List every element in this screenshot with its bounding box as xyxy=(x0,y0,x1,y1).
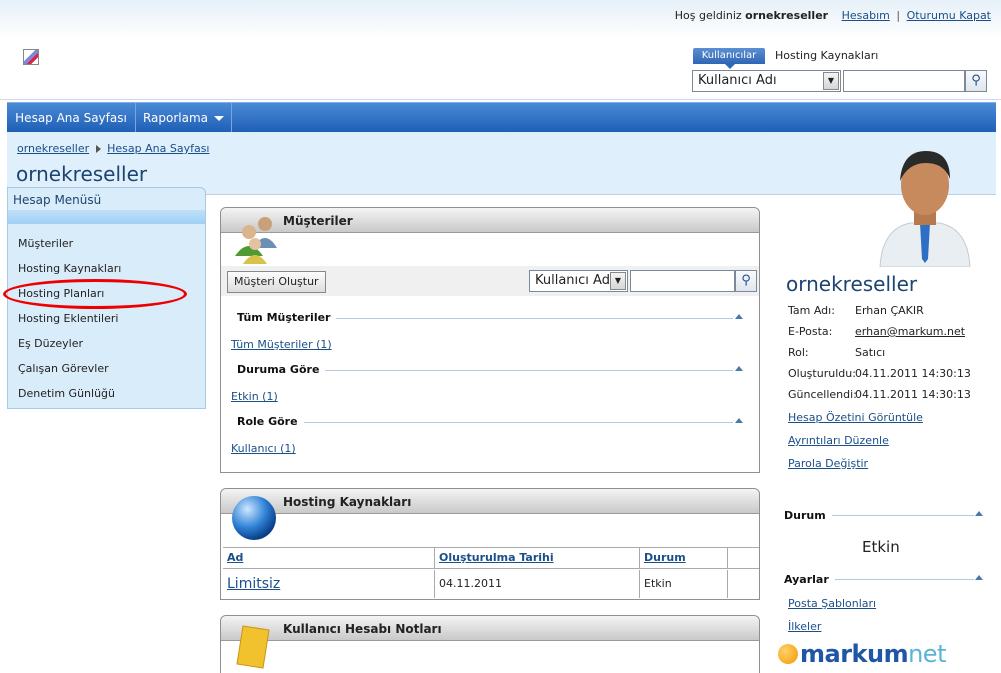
hosting-panel-title: Hosting Kaynakları xyxy=(283,495,412,509)
globe-icon xyxy=(232,496,276,540)
logout-link[interactable]: Oturumu Kapat xyxy=(907,9,991,22)
customers-toolbar: Müşteri Oluştur Kullanıcı Adı ▼ ⚲ xyxy=(221,266,759,296)
group-heading-all: Tüm Müşteriler xyxy=(237,311,337,324)
nav-reporting[interactable]: Raporlama xyxy=(136,103,232,133)
settings-heading: Ayarlar xyxy=(784,573,835,586)
menu-item-hosting-resources[interactable]: Hosting Kaynakları xyxy=(18,262,121,275)
breadcrumb-item-home[interactable]: Hesap Ana Sayfası xyxy=(107,142,209,155)
users-icon xyxy=(235,217,277,264)
group-heading-status: Duruma Göre xyxy=(237,363,326,376)
created-value: 04.11.2011 14:30:13 xyxy=(855,367,971,380)
column-name[interactable]: Ad xyxy=(223,548,435,568)
tab-users[interactable]: Kullanıcılar xyxy=(693,48,765,69)
top-bar: Hoş geldiniz ornekreseller Hesabım | Otu… xyxy=(0,0,1001,100)
notes-panel-title: Kullanıcı Hesabı Notları xyxy=(283,622,442,636)
menu-item-peers[interactable]: Eş Düzeyler xyxy=(18,337,83,350)
mail-templates-link[interactable]: Posta Şablonları xyxy=(788,597,876,610)
hosting-table-header: Ad Oluşturulma Tarihi Durum xyxy=(223,547,759,569)
search-field-select[interactable]: Kullanıcı Adı ▼ xyxy=(692,70,841,92)
collapse-icon[interactable] xyxy=(735,418,743,423)
link-all-customers[interactable]: Tüm Müşteriler (1) xyxy=(231,338,332,351)
hosting-resources-panel: Hosting Kaynakları Ad Oluşturulma Tarihi… xyxy=(220,488,760,600)
menu-item-audit-log[interactable]: Denetim Günlüğü xyxy=(18,387,115,400)
view-summary-link[interactable]: Hesap Özetini Görüntüle xyxy=(788,411,923,424)
nav-label: Raporlama xyxy=(142,111,209,125)
column-created-date[interactable]: Oluşturulma Tarihi xyxy=(435,548,640,568)
create-customer-button[interactable]: Müşteri Oluştur xyxy=(227,271,326,293)
full-name-label: Tam Adı: xyxy=(788,304,835,317)
menu-item-hosting-addons[interactable]: Hosting Eklentileri xyxy=(18,312,118,325)
welcome-area: Hoş geldiniz ornekreseller Hesabım | Otu… xyxy=(675,9,991,22)
brand-text-2: net xyxy=(908,640,946,668)
note-icon xyxy=(236,625,270,669)
collapse-icon[interactable] xyxy=(735,314,743,319)
profile-name: ornekreseller xyxy=(786,272,918,296)
column-status[interactable]: Durum xyxy=(640,548,728,568)
link-user-role[interactable]: Kullanıcı (1) xyxy=(231,442,296,455)
menu-item-customers[interactable]: Müşteriler xyxy=(18,237,73,250)
nav-label: Hesap Ana Sayfası xyxy=(15,111,127,125)
search-icon[interactable]: ⚲ xyxy=(735,270,757,292)
status-value: Etkin xyxy=(862,538,900,556)
breadcrumb-item-user[interactable]: ornekreseller xyxy=(17,142,89,155)
highlight-ellipse xyxy=(3,279,187,309)
link-active[interactable]: Etkin (1) xyxy=(231,390,278,403)
policies-link[interactable]: İlkeler xyxy=(788,620,821,633)
breadcrumb: ornekreseller Hesap Ana Sayfası xyxy=(17,142,209,155)
collapse-icon[interactable] xyxy=(975,511,983,516)
email-label: E-Posta: xyxy=(788,325,833,338)
chevron-down-icon[interactable]: ▼ xyxy=(610,272,626,290)
created-label: Oluşturuldu: xyxy=(788,367,856,380)
status-heading: Durum xyxy=(784,509,832,522)
row-date: 04.11.2011 xyxy=(435,570,640,598)
search-input[interactable] xyxy=(843,70,965,92)
customer-search-select[interactable]: Kullanıcı Adı ▼ xyxy=(529,270,628,292)
main-nav: Hesap Ana Sayfası Raporlama xyxy=(7,102,996,133)
menu-band xyxy=(8,210,205,224)
brand-text-1: markum xyxy=(800,640,909,668)
updated-value: 04.11.2011 14:30:13 xyxy=(855,388,971,401)
welcome-text: Hoş geldiniz xyxy=(674,9,742,22)
group-divider xyxy=(237,422,733,423)
collapse-icon[interactable] xyxy=(975,575,983,580)
row-name-link[interactable]: Limitsiz xyxy=(223,570,435,598)
customers-panel: Müşteriler Müşteri Oluştur Kullanıcı Adı… xyxy=(220,207,760,473)
search-select-value: Kullanıcı Adı xyxy=(698,73,777,88)
page-title: ornekreseller xyxy=(16,162,148,186)
search-icon[interactable]: ⚲ xyxy=(965,70,987,92)
account-notes-panel: Kullanıcı Hesabı Notları xyxy=(220,615,760,673)
customer-select-value: Kullanıcı Adı xyxy=(535,273,614,288)
collapse-icon[interactable] xyxy=(735,366,743,371)
row-status: Etkin xyxy=(640,570,728,598)
customer-search-input[interactable] xyxy=(630,270,735,292)
brand-logo: markumnet xyxy=(778,640,946,668)
table-row: Limitsiz 04.11.2011 Etkin xyxy=(223,570,759,598)
full-name-value: Erhan ÇAKIR xyxy=(855,304,924,317)
dropdown-caret-icon xyxy=(214,116,225,121)
welcome-username: ornekreseller xyxy=(745,9,829,22)
account-link[interactable]: Hesabım xyxy=(842,9,890,22)
change-password-link[interactable]: Parola Değiştir xyxy=(788,457,868,470)
avatar xyxy=(879,151,971,267)
role-label: Rol: xyxy=(788,346,809,359)
chevron-down-icon[interactable]: ▼ xyxy=(823,72,839,90)
edit-details-link[interactable]: Ayrıntıları Düzenle xyxy=(788,434,889,447)
menu-item-running-tasks[interactable]: Çalışan Görevler xyxy=(18,362,109,375)
account-menu-title: Hesap Menüsü xyxy=(13,193,102,207)
customers-panel-title: Müşteriler xyxy=(283,214,353,228)
group-heading-role: Role Göre xyxy=(237,415,304,428)
broken-logo-icon xyxy=(23,49,39,65)
role-value: Satıcı xyxy=(855,346,886,359)
brand-globe-icon xyxy=(778,644,798,664)
updated-label: Güncellendi: xyxy=(788,388,857,401)
separator: | xyxy=(896,9,901,22)
email-link[interactable]: erhan@markum.net xyxy=(855,325,965,338)
nav-account-home[interactable]: Hesap Ana Sayfası xyxy=(7,103,136,133)
tab-hosting-resources[interactable]: Hosting Kaynakları xyxy=(775,48,885,64)
breadcrumb-arrow-icon xyxy=(96,145,102,153)
